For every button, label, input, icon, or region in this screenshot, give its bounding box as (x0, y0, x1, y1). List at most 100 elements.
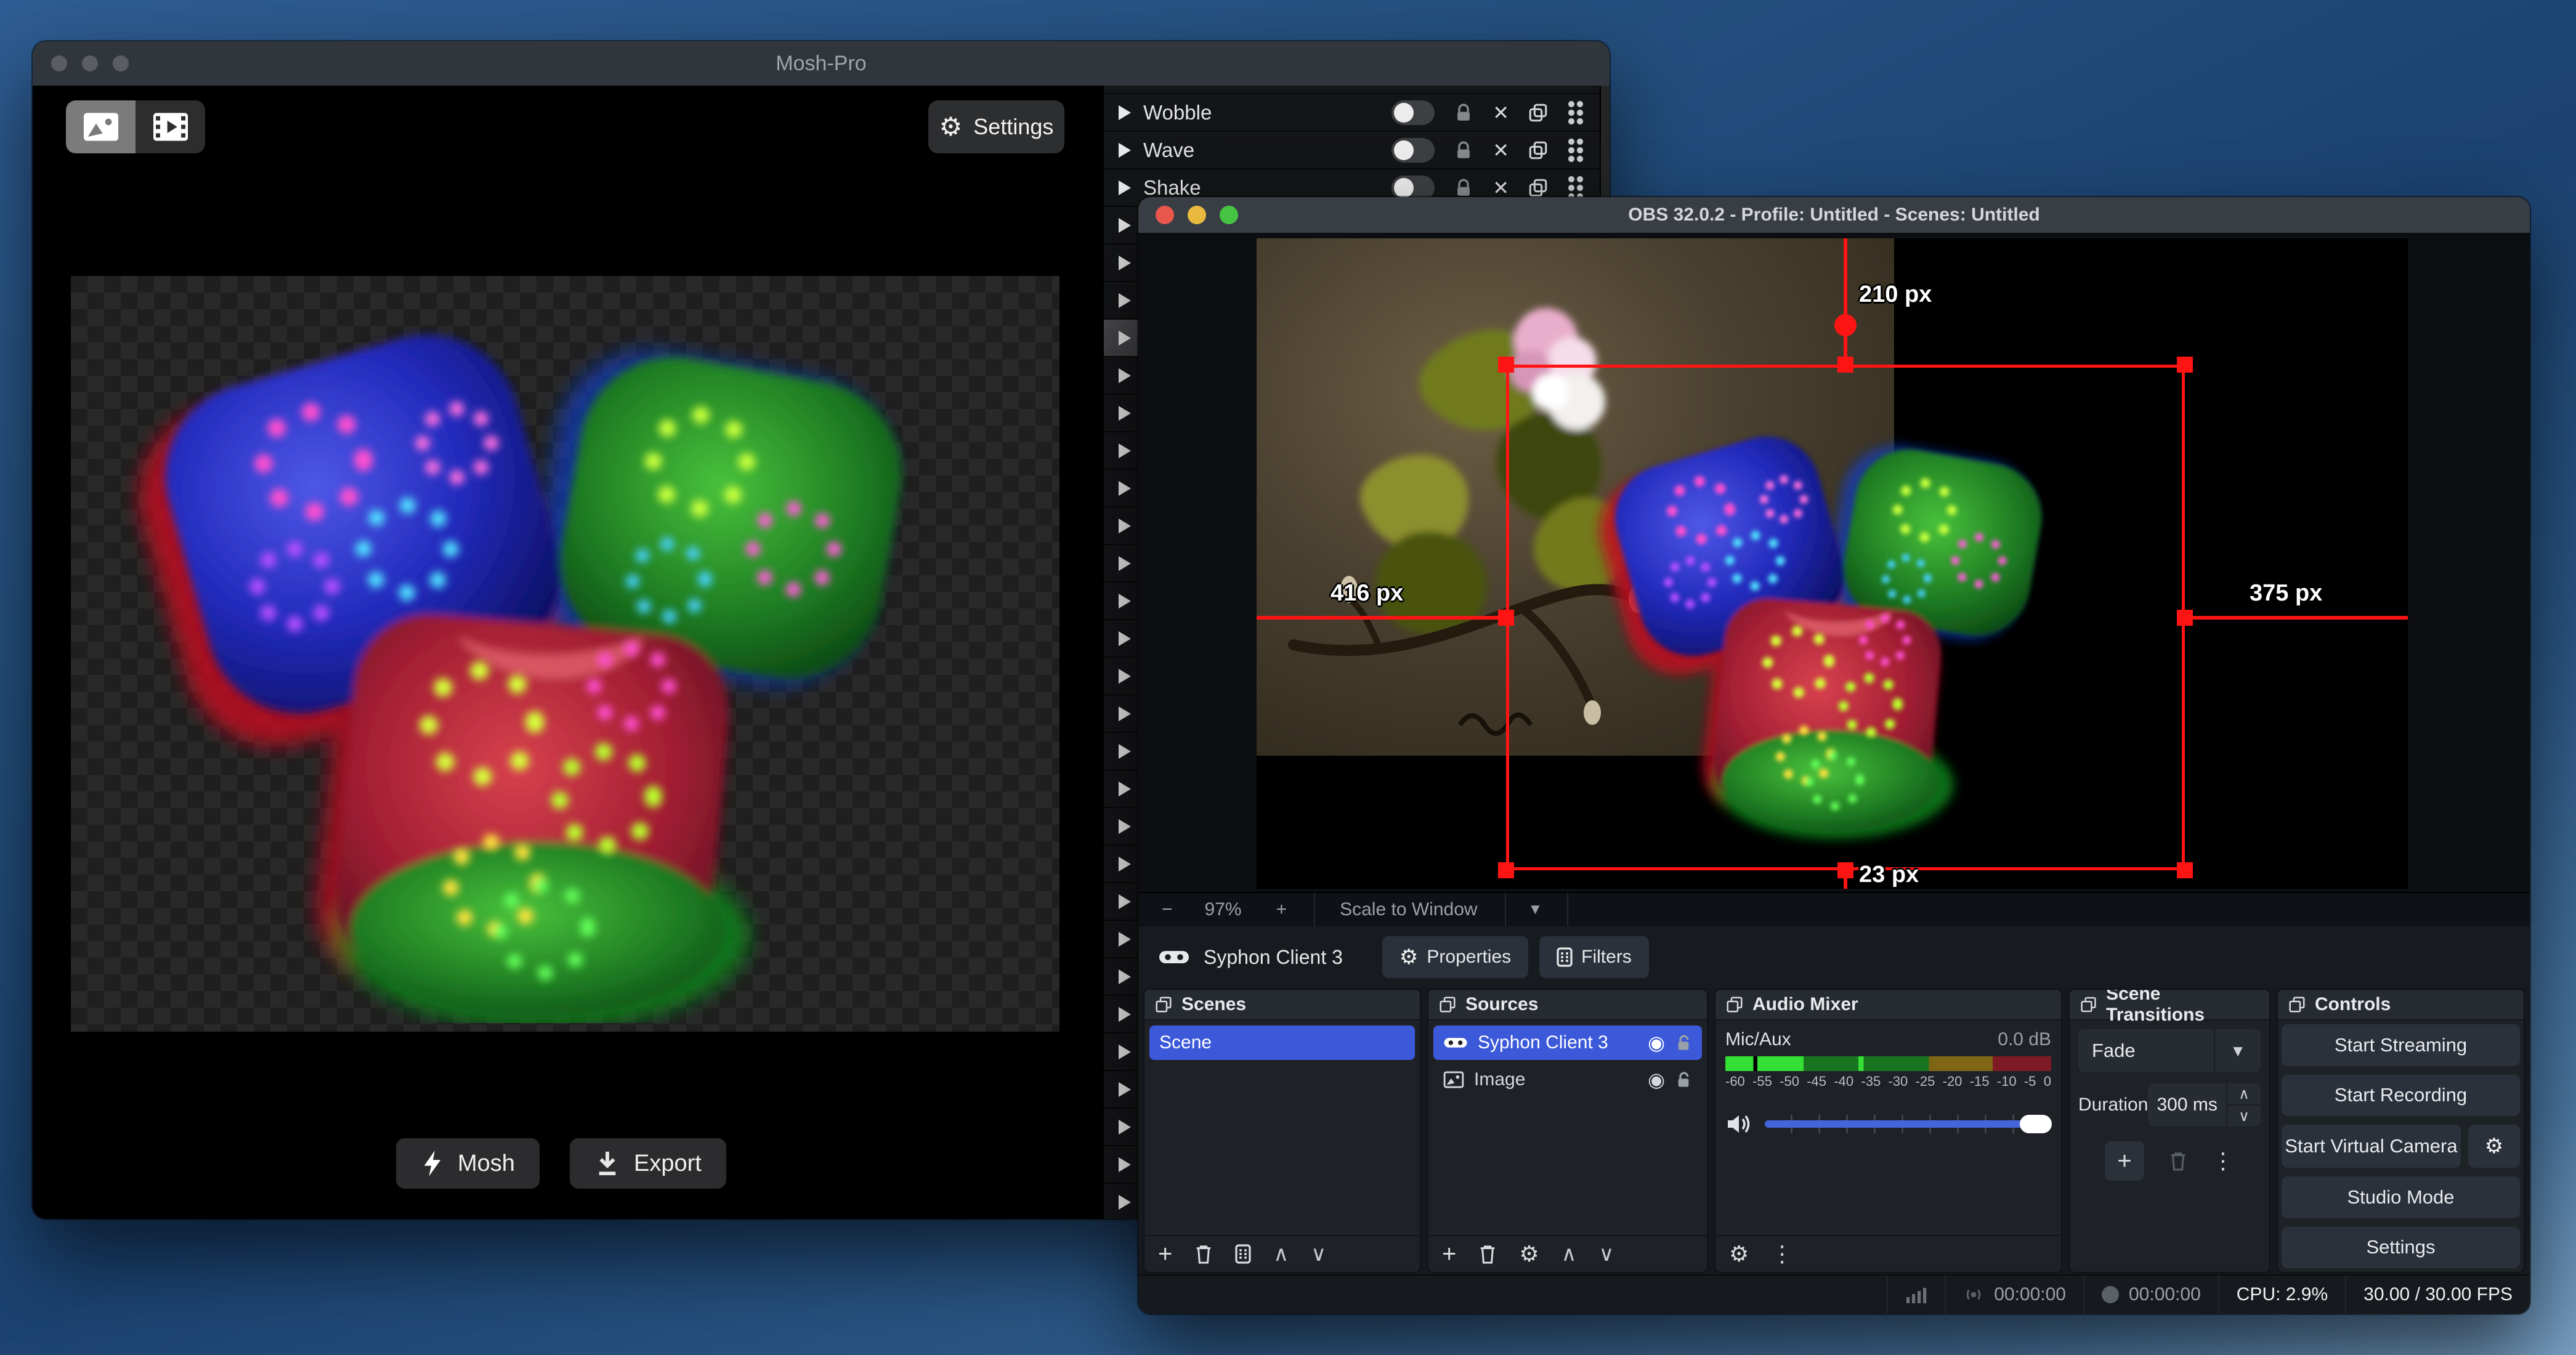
settings-button[interactable]: Settings (2282, 1227, 2520, 1269)
sources-dock-header[interactable]: Sources (1428, 990, 1707, 1021)
obs-preview-canvas[interactable]: 210 px 416 px 375 px 23 px (1257, 238, 2408, 889)
lock-open-icon[interactable] (1675, 1033, 1692, 1052)
zoom-out-button[interactable]: − (1162, 899, 1173, 920)
expand-triangle-icon[interactable] (1119, 782, 1131, 796)
mosh-button[interactable]: Mosh (396, 1138, 540, 1189)
expand-triangle-icon[interactable] (1119, 1082, 1131, 1097)
effect-row[interactable]: Wave✕ (1104, 132, 1610, 169)
transition-menu-button[interactable]: ⋮ (2212, 1148, 2234, 1174)
expand-triangle-icon[interactable] (1119, 105, 1131, 120)
virtual-camera-settings-button[interactable]: ⚙ (2468, 1125, 2520, 1168)
expand-triangle-icon[interactable] (1119, 293, 1131, 308)
image-mode-tab[interactable] (66, 100, 136, 153)
scale-mode-label[interactable]: Scale to Window (1340, 899, 1477, 920)
expand-triangle-icon[interactable] (1119, 969, 1131, 984)
lock-icon[interactable] (1453, 102, 1474, 123)
scale-dropdown-caret-icon[interactable]: ▼ (1528, 901, 1543, 918)
expand-triangle-icon[interactable] (1119, 932, 1131, 947)
scene-list-item[interactable]: Scene (1149, 1025, 1415, 1060)
mode-segmented-control[interactable] (66, 100, 205, 153)
expand-triangle-icon[interactable] (1119, 143, 1131, 158)
studio-mode-button[interactable]: Studio Mode (2282, 1176, 2520, 1218)
add-source-button[interactable]: + (1442, 1242, 1456, 1266)
resize-handle-top-right[interactable] (2177, 357, 2193, 373)
minimize-icon[interactable] (1188, 206, 1206, 224)
settings-button[interactable]: ⚙ Settings (928, 100, 1064, 153)
remove-source-button[interactable] (1478, 1244, 1497, 1264)
advanced-audio-button[interactable]: ⚙ (1729, 1243, 1749, 1265)
effect-enable-toggle[interactable] (1391, 100, 1435, 125)
source-properties-button[interactable]: ⚙ (1519, 1243, 1539, 1265)
moshpro-preview-canvas[interactable] (71, 276, 1059, 1032)
source-list-item[interactable]: Syphon Client 3◉ (1433, 1025, 1702, 1060)
expand-triangle-icon[interactable] (1119, 631, 1131, 646)
add-transition-button[interactable]: + (2105, 1141, 2144, 1181)
expand-triangle-icon[interactable] (1119, 218, 1131, 233)
scene-filters-button[interactable] (1235, 1244, 1251, 1264)
expand-triangle-icon[interactable] (1119, 368, 1131, 383)
obs-traffic-lights[interactable] (1156, 206, 1238, 224)
start-recording-button[interactable]: Start Recording (2282, 1075, 2520, 1117)
visibility-eye-icon[interactable]: ◉ (1648, 1031, 1665, 1054)
expand-triangle-icon[interactable] (1119, 1045, 1131, 1059)
source-list-item[interactable]: Image◉ (1433, 1062, 1702, 1097)
source-selection-rect[interactable] (1506, 365, 2185, 870)
speaker-icon[interactable] (1725, 1112, 1752, 1136)
resize-handle-bottom-left[interactable] (1498, 862, 1514, 878)
duplicate-icon[interactable] (1528, 177, 1549, 198)
delete-effect-icon[interactable]: ✕ (1493, 101, 1509, 124)
drag-handle-icon[interactable] (1567, 137, 1584, 163)
expand-triangle-icon[interactable] (1119, 443, 1131, 458)
audio-mixer-dock-header[interactable]: Audio Mixer (1715, 990, 2061, 1021)
controls-dock-header[interactable]: Controls (2278, 990, 2524, 1021)
expand-triangle-icon[interactable] (1119, 180, 1131, 195)
effect-row[interactable]: Wobble✕ (1104, 94, 1610, 132)
lock-icon[interactable] (1453, 177, 1474, 198)
expand-triangle-icon[interactable] (1119, 819, 1131, 834)
expand-triangle-icon[interactable] (1119, 706, 1131, 721)
obs-titlebar[interactable]: OBS 32.0.2 - Profile: Untitled - Scenes:… (1138, 197, 2530, 233)
video-mode-tab[interactable] (136, 100, 205, 153)
properties-button[interactable]: ⚙ Properties (1382, 936, 1528, 978)
expand-triangle-icon[interactable] (1119, 406, 1131, 421)
expand-triangle-icon[interactable] (1119, 519, 1131, 533)
move-scene-down-button[interactable]: ∨ (1311, 1242, 1326, 1266)
lock-open-icon[interactable] (1675, 1070, 1692, 1089)
expand-triangle-icon[interactable] (1119, 744, 1131, 759)
duration-spinner[interactable]: 300 ms ∧ ∨ (2148, 1083, 2261, 1126)
expand-triangle-icon[interactable] (1119, 1120, 1131, 1135)
move-scene-up-button[interactable]: ∧ (1273, 1242, 1289, 1266)
export-button[interactable]: Export (570, 1138, 726, 1189)
duration-increment-button[interactable]: ∧ (2227, 1083, 2261, 1104)
remove-transition-button[interactable] (2169, 1151, 2187, 1171)
expand-triangle-icon[interactable] (1119, 556, 1131, 571)
move-source-down-button[interactable]: ∨ (1599, 1242, 1614, 1266)
expand-triangle-icon[interactable] (1119, 1195, 1131, 1210)
resize-handle-bottom-right[interactable] (2177, 862, 2193, 878)
duration-decrement-button[interactable]: ∨ (2227, 1104, 2261, 1126)
expand-triangle-icon[interactable] (1119, 481, 1131, 496)
effect-enable-toggle[interactable] (1391, 138, 1435, 163)
start-streaming-button[interactable]: Start Streaming (2282, 1024, 2520, 1066)
delete-effect-icon[interactable]: ✕ (1493, 139, 1509, 162)
expand-triangle-icon[interactable] (1119, 1157, 1131, 1172)
start-virtual-camera-button[interactable]: Start Virtual Camera (2282, 1125, 2461, 1168)
delete-effect-icon[interactable]: ✕ (1493, 176, 1509, 200)
expand-triangle-icon[interactable] (1119, 1007, 1131, 1022)
volume-slider[interactable] (1765, 1115, 2051, 1133)
move-source-up-button[interactable]: ∧ (1561, 1242, 1577, 1266)
expand-triangle-icon[interactable] (1119, 331, 1131, 346)
transition-select[interactable]: Fade ▼ (2078, 1029, 2261, 1072)
moshpro-traffic-lights[interactable] (51, 55, 129, 71)
transitions-dock-header[interactable]: Scene Transitions (2070, 990, 2269, 1021)
zoom-in-button[interactable]: + (1276, 899, 1287, 920)
scenes-dock-header[interactable]: Scenes (1144, 990, 1420, 1021)
resize-handle-top-left[interactable] (1498, 357, 1514, 373)
effect-enable-toggle[interactable] (1391, 176, 1435, 200)
volume-slider-knob[interactable] (2020, 1115, 2052, 1133)
moshpro-titlebar[interactable]: Mosh-Pro (33, 41, 1610, 86)
visibility-eye-icon[interactable]: ◉ (1648, 1068, 1665, 1091)
add-scene-button[interactable]: + (1158, 1242, 1172, 1266)
zoom-icon[interactable] (1220, 206, 1238, 224)
drag-handle-icon[interactable] (1567, 100, 1584, 126)
